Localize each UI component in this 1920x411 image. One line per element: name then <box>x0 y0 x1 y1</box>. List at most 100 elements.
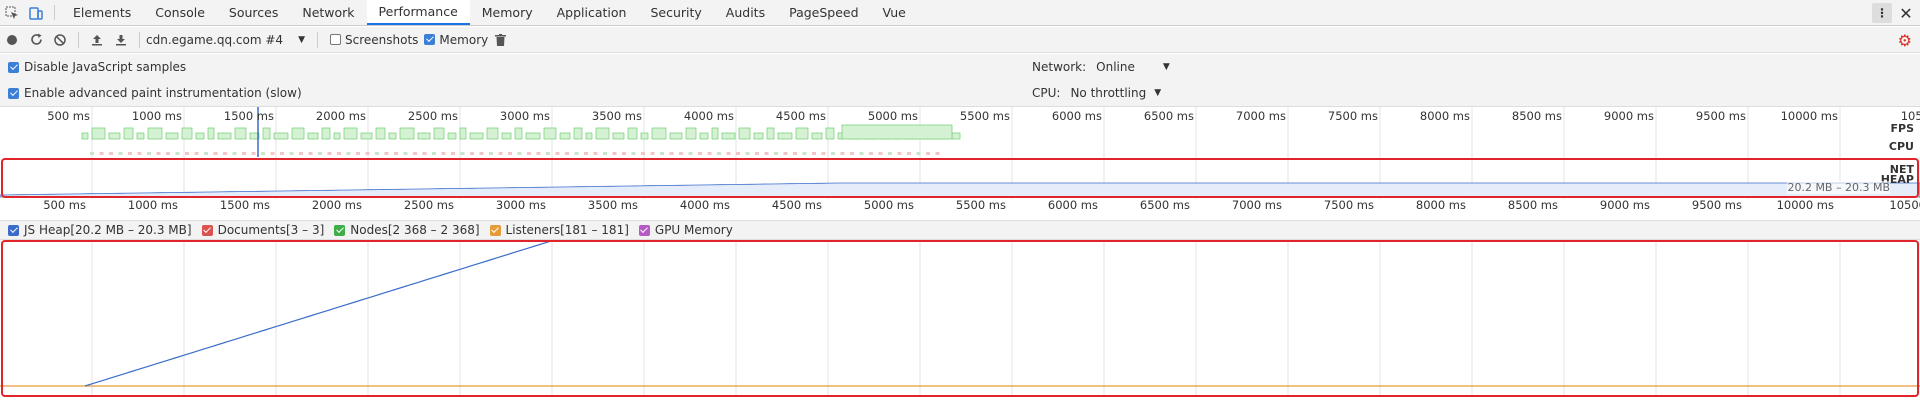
memory-checkbox[interactable]: Memory <box>424 33 488 47</box>
fps-bar <box>417 132 431 140</box>
cpu-bar <box>631 152 636 155</box>
divider <box>317 31 318 48</box>
fps-bar <box>699 132 709 140</box>
tab-performance[interactable]: Performance <box>366 0 470 25</box>
fps-bar <box>543 127 557 140</box>
cpu-bar <box>118 152 123 155</box>
screenshots-checkbox[interactable]: Screenshots <box>330 33 418 47</box>
cpu-bar <box>669 152 674 155</box>
counters-legend: JS Heap[20.2 MB – 20.3 MB] Documents[3 – … <box>0 220 1920 240</box>
overview-tick-label: 2000 ms <box>315 109 366 123</box>
fps-bar <box>234 127 247 140</box>
counter-toggle[interactable]: Listeners[181 – 181] <box>489 223 629 237</box>
profile-select[interactable]: cdn.egame.qq.com #4 ▼ <box>146 33 311 47</box>
cpu-bar <box>498 152 503 155</box>
fps-bar <box>585 132 593 140</box>
reload-record-button[interactable] <box>24 27 48 53</box>
network-select[interactable]: Online ▼ <box>1096 60 1170 74</box>
checkbox-checked[interactable] <box>334 224 346 236</box>
cpu-value: No throttling <box>1070 86 1147 100</box>
cpu-bar <box>156 152 161 155</box>
cpu-bar <box>698 152 702 155</box>
counter-toggle[interactable]: Nodes[2 368 – 2 368] <box>334 223 480 237</box>
ruler-tick-label: 7500 ms <box>1323 198 1374 212</box>
fps-bar <box>951 132 961 140</box>
overview-tick-label: 7000 ms <box>1235 109 1286 123</box>
advanced-paint-row[interactable]: Enable advanced paint instrumentation (s… <box>8 86 302 100</box>
highlight-annotation-counters <box>1 240 1919 397</box>
ruler-tick-label: 1000 ms <box>127 198 178 212</box>
divider <box>54 5 55 20</box>
cpu-bar <box>365 152 370 155</box>
trash-icon[interactable] <box>488 27 512 53</box>
tab-memory[interactable]: Memory <box>470 0 545 25</box>
tab-sources[interactable]: Sources <box>217 0 290 25</box>
fps-bar <box>123 127 134 140</box>
cpu-bar <box>840 152 845 155</box>
cpu-select[interactable]: No throttling ▼ <box>1070 86 1161 100</box>
tab-application[interactable]: Application <box>545 0 639 25</box>
cpu-bar <box>441 152 446 155</box>
cpu-label: CPU <box>1888 140 1914 153</box>
cpu-bar <box>99 152 104 155</box>
checkbox-checked[interactable] <box>201 224 213 236</box>
disable-js-samples-row[interactable]: Disable JavaScript samples <box>8 60 186 74</box>
timeline-overview[interactable]: FPS CPU NET HEAP 20.2 MB – 20.3 MB 500 m… <box>0 107 1920 199</box>
chevron-down-icon: ▼ <box>1154 88 1162 98</box>
tab-pagespeed[interactable]: PageSpeed <box>777 0 870 25</box>
fps-bar <box>711 127 719 140</box>
cpu-bar <box>527 152 531 155</box>
cpu-bar <box>251 152 256 155</box>
fps-bar <box>343 127 358 140</box>
tab-security[interactable]: Security <box>638 0 713 25</box>
checkbox-checked[interactable] <box>638 224 650 236</box>
cpu-bar <box>289 152 294 155</box>
fps-bar <box>777 132 793 140</box>
overview-tick-label: 1050 <box>1900 109 1920 123</box>
overview-tick-label: 500 ms <box>47 109 90 123</box>
checkbox-checked[interactable] <box>8 61 19 73</box>
record-button[interactable] <box>0 27 24 53</box>
ruler-tick-label: 6500 ms <box>1139 198 1190 212</box>
checkbox-checked[interactable] <box>8 87 19 99</box>
checkbox-unchecked[interactable] <box>330 34 341 45</box>
ruler-tick-label: 6000 ms <box>1047 198 1098 212</box>
checkbox-checked[interactable] <box>489 224 501 236</box>
ruler-tick-label: 500 ms <box>43 198 86 212</box>
more-options-icon[interactable]: ⋮ <box>1872 3 1892 23</box>
fps-bar <box>165 132 179 140</box>
checkbox-checked[interactable] <box>424 34 436 45</box>
cpu-bar <box>745 152 750 155</box>
clear-button[interactable] <box>48 27 72 53</box>
tab-audits[interactable]: Audits <box>714 0 777 25</box>
save-profile-button[interactable] <box>109 27 133 53</box>
cpu-bar <box>793 152 797 155</box>
capture-settings-pane: Disable JavaScript samples Enable advanc… <box>0 54 1920 107</box>
counter-toggle[interactable]: Documents[3 – 3] <box>201 223 324 237</box>
cpu-bar <box>337 152 341 155</box>
tab-vue[interactable]: Vue <box>871 0 918 25</box>
capture-settings-gear-icon[interactable]: ⚙ <box>1898 31 1912 50</box>
overview-tick-label: 1500 ms <box>223 109 274 123</box>
disable-js-samples-label: Disable JavaScript samples <box>24 60 187 74</box>
checkbox-checked[interactable] <box>8 224 19 236</box>
tab-network[interactable]: Network <box>290 0 366 25</box>
cpu-bar <box>584 152 588 155</box>
cpu-bar <box>603 152 607 155</box>
fps-bar <box>766 127 775 140</box>
ruler-tick-label: 5500 ms <box>955 198 1006 212</box>
fps-bar <box>559 132 571 140</box>
load-profile-button[interactable] <box>85 27 109 53</box>
tab-console[interactable]: Console <box>143 0 217 25</box>
cpu-bar <box>536 152 541 155</box>
ruler-tick-label: 3500 ms <box>587 198 638 212</box>
chevron-down-icon: ▼ <box>1162 62 1170 72</box>
fps-bar <box>262 127 271 140</box>
device-toolbar-icon[interactable] <box>24 0 48 25</box>
inspect-element-icon[interactable] <box>0 0 24 25</box>
close-icon[interactable]: ✕ <box>1896 3 1916 23</box>
counter-toggle[interactable]: GPU Memory <box>638 223 733 237</box>
counter-label: JS Heap[20.2 MB – 20.3 MB] <box>24 223 192 237</box>
tab-elements[interactable]: Elements <box>61 0 143 25</box>
counter-toggle[interactable]: JS Heap[20.2 MB – 20.3 MB] <box>8 223 192 237</box>
